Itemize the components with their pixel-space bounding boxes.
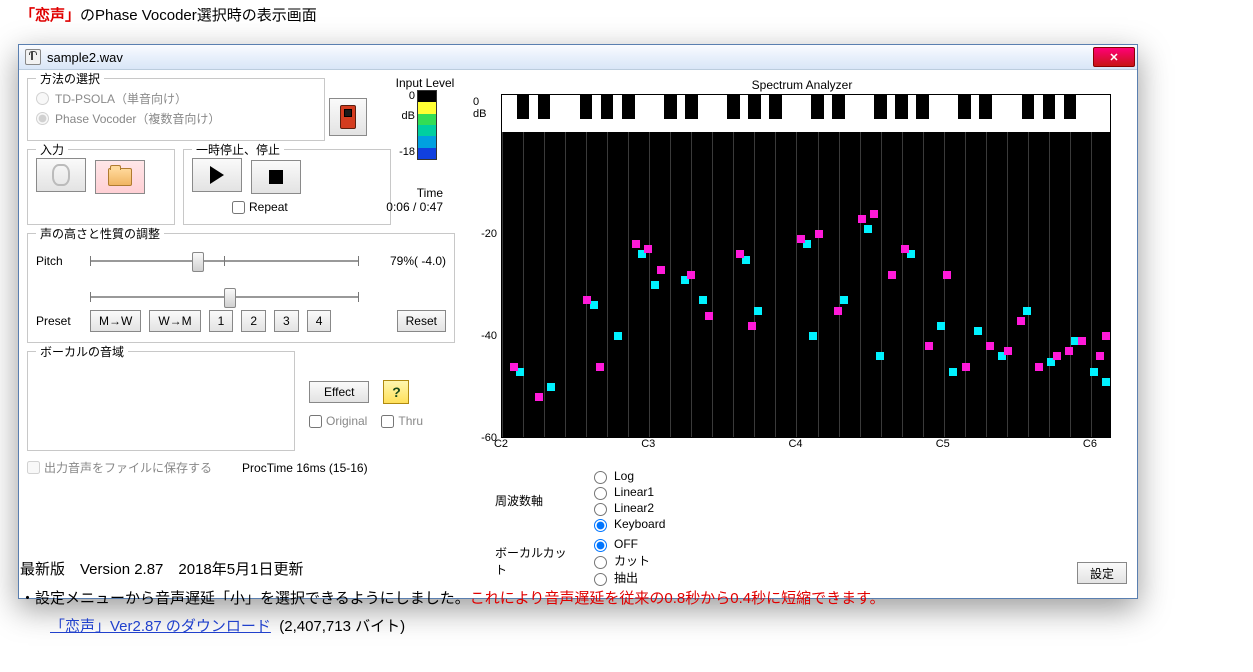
vocal-range-group: ボーカルの音域 <box>27 351 295 451</box>
reset-button[interactable]: Reset <box>397 310 446 332</box>
input-group: 入力 <box>27 149 175 225</box>
preset-4-button[interactable]: 4 <box>307 310 332 332</box>
titlebar[interactable]: sample2.wav ✕ <box>19 45 1137 70</box>
method-group: 方法の選択 TD-PSOLA（単音向け） Phase Vocoder（複数音向け… <box>27 78 325 141</box>
page-caption: 「恋声」のPhase Vocoder選択時の表示画面 <box>0 0 1253 33</box>
folder-icon <box>108 168 132 186</box>
save-output-checkbox[interactable]: 出力音声をファイルに保存する <box>27 459 212 476</box>
original-checkbox[interactable]: Original <box>309 414 367 428</box>
preset-label: Preset <box>36 314 82 328</box>
play-icon <box>210 166 224 184</box>
stop-icon <box>269 170 283 184</box>
app-icon <box>25 49 41 65</box>
preset-wm-button[interactable]: W→M <box>149 310 200 332</box>
play-button[interactable] <box>192 158 242 192</box>
app-window: sample2.wav ✕ 方法の選択 TD-PSOLA（単音向け） Pha <box>18 44 1138 599</box>
help-button[interactable]: ? <box>383 380 409 404</box>
freq-axis-row: 周波数軸 LogLinear1Linear2Keyboard <box>495 468 1129 532</box>
time-display: Time 0:06 / 0:47 <box>373 186 443 214</box>
thru-checkbox[interactable]: Thru <box>381 414 423 428</box>
freq-radio-log[interactable]: Log <box>589 468 665 484</box>
page-footer: 最新版 Version 2.87 2018年5月1日更新 ・設定メニューから音声… <box>20 556 885 642</box>
preset-3-button[interactable]: 3 <box>274 310 299 332</box>
close-button[interactable]: ✕ <box>1093 47 1135 67</box>
proc-time: ProcTime 16ms (15-16) <box>242 461 368 475</box>
pitch-group: 声の高さと性質の調整 Pitch 79%( -4.0) <box>27 233 455 343</box>
formant-slider[interactable] <box>90 288 358 306</box>
pitch-slider[interactable] <box>90 252 358 270</box>
record-button[interactable] <box>329 98 367 136</box>
vcut-radio-off[interactable]: OFF <box>589 536 650 552</box>
pitch-label: Pitch <box>36 254 82 268</box>
freq-radio-linear1[interactable]: Linear1 <box>589 484 665 500</box>
playback-group: 一時停止、停止 Repeat <box>183 149 391 225</box>
repeat-checkbox[interactable]: Repeat <box>232 200 288 214</box>
piano-keyboard <box>501 94 1111 134</box>
pitch-value: 79%( -4.0) <box>366 254 446 268</box>
freq-radio-keyboard[interactable]: Keyboard <box>589 516 665 532</box>
open-file-button[interactable] <box>95 160 145 194</box>
mic-button[interactable] <box>36 158 86 192</box>
preset-1-button[interactable]: 1 <box>209 310 234 332</box>
stop-button[interactable] <box>251 160 301 194</box>
radio-td-psola[interactable]: TD-PSOLA（単音向け） <box>36 90 220 107</box>
effect-button[interactable]: Effect <box>309 381 369 403</box>
mic-icon <box>52 164 70 186</box>
download-link[interactable]: 「恋声」Ver2.87 のダウンロード <box>50 618 271 635</box>
preset-2-button[interactable]: 2 <box>241 310 266 332</box>
spectrum-chart: 0dB -20-40-60 C2C3C4C5C6 <box>501 94 1111 454</box>
preset-mw-button[interactable]: M→W <box>90 310 141 332</box>
settings-button[interactable]: 設定 <box>1077 562 1127 584</box>
analyzer-title: Spectrum Analyzer <box>475 78 1129 92</box>
window-title: sample2.wav <box>47 50 123 65</box>
record-icon <box>340 105 356 129</box>
input-level-meter: Input Level 0 dB -18 <box>395 76 455 160</box>
radio-phase-vocoder[interactable]: Phase Vocoder（複数音向け） <box>36 110 220 127</box>
freq-radio-linear2[interactable]: Linear2 <box>589 500 665 516</box>
version-line: 最新版 Version 2.87 2018年5月1日更新 <box>20 556 885 585</box>
